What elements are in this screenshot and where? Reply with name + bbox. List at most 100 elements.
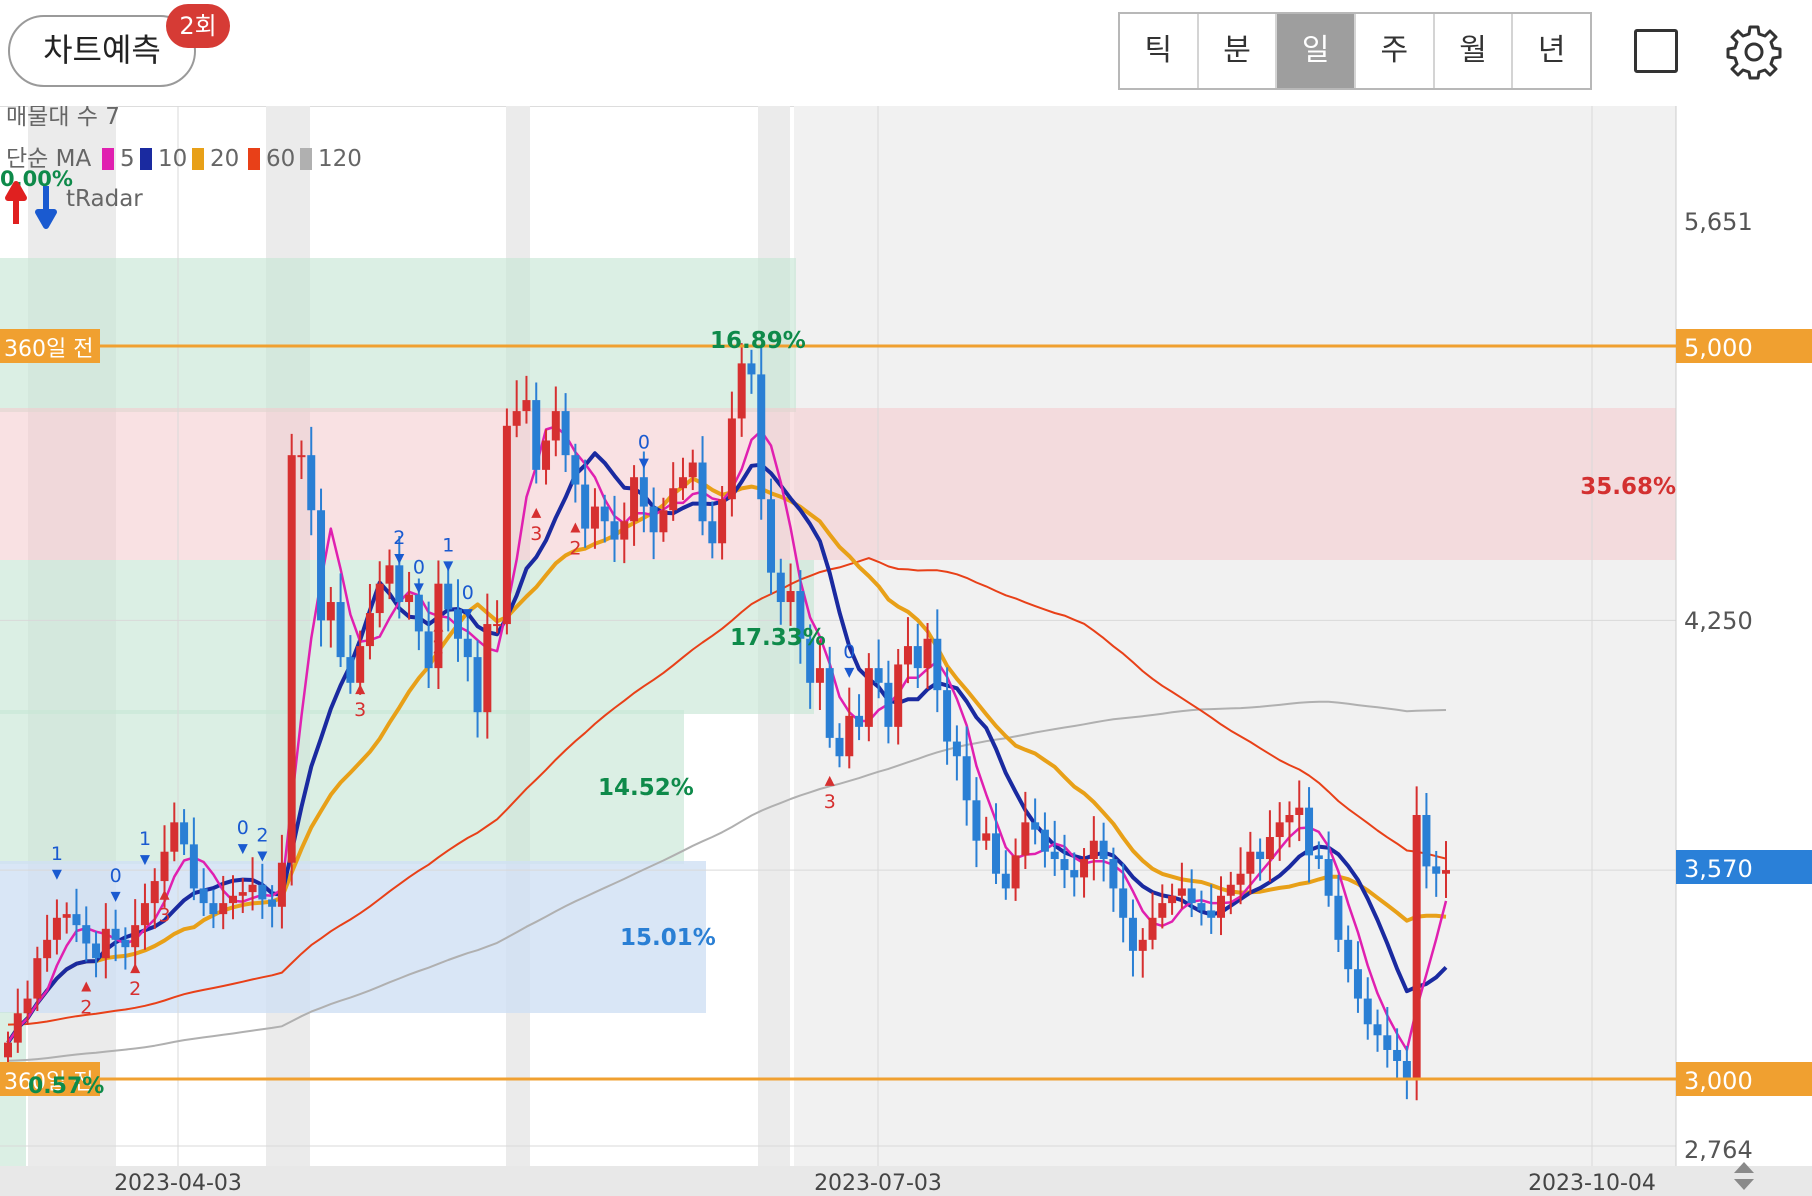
candle-body <box>1207 910 1216 918</box>
candle-body <box>4 1042 12 1058</box>
candle-body <box>815 668 824 683</box>
candle-body <box>855 715 864 727</box>
candle-body <box>1158 903 1167 918</box>
candle-body <box>131 925 140 948</box>
zone-pct: 14.52% <box>598 775 694 801</box>
candle-body <box>1334 895 1343 940</box>
fullscreen-icon[interactable] <box>1634 29 1678 73</box>
zone-pct: 16.89% <box>710 328 806 354</box>
x-tick-label: 2023-10-04 <box>1528 1171 1656 1196</box>
candle-body <box>747 363 756 375</box>
candle-body <box>356 646 365 683</box>
candle-body <box>1138 939 1147 951</box>
signal-count: 2 <box>80 996 92 1018</box>
candle-body <box>52 917 61 940</box>
candle-body <box>1442 870 1450 874</box>
signal-count: 2 <box>569 538 581 560</box>
candle-body <box>180 822 189 845</box>
candle-body <box>522 400 531 412</box>
ma-legend-item: 60 <box>266 146 295 172</box>
signal-count: 0 <box>462 582 474 604</box>
candle-body <box>1432 866 1441 874</box>
signal-count: 2 <box>393 527 405 549</box>
scroll-arrows-icon[interactable] <box>1726 1158 1762 1194</box>
candle-body <box>1324 859 1333 896</box>
tab-minute[interactable]: 분 <box>1199 14 1278 88</box>
candle-body <box>1070 870 1079 878</box>
candle-body <box>1285 814 1294 823</box>
zone-pct: 35.68% <box>1580 474 1676 500</box>
candle-body <box>727 418 736 500</box>
zone-band <box>0 710 684 864</box>
current-price-box: 3,570 <box>1676 850 1812 884</box>
ma-legend-item: 5 <box>120 146 135 172</box>
candle-body <box>502 425 511 625</box>
signal-count: 0 <box>110 865 122 887</box>
tab-day[interactable]: 일 <box>1277 14 1357 88</box>
candle-body <box>365 613 374 647</box>
axis-price-5000-box: 5,000 <box>1676 329 1812 363</box>
tab-tick[interactable]: 틱 <box>1120 14 1199 88</box>
candle-body <box>375 583 384 614</box>
candle-body <box>1177 888 1186 896</box>
signal-count: 3 <box>824 791 836 813</box>
x-tick-label: 2023-04-03 <box>114 1171 242 1196</box>
candle-body <box>1275 822 1284 838</box>
candle-body <box>473 657 482 713</box>
tab-week[interactable]: 주 <box>1356 14 1435 88</box>
candle-body <box>111 928 120 940</box>
candle-body <box>1295 807 1304 815</box>
candle-body <box>512 411 521 426</box>
axis-price-3000: 3,000 <box>1684 1067 1753 1095</box>
candle-body <box>767 499 776 573</box>
candle-body <box>659 510 668 533</box>
candle-body <box>903 646 912 665</box>
candle-body <box>307 455 316 511</box>
top-toolbar: 차트예측 2회 틱 분 일 주 월 년 <box>0 0 1812 107</box>
candle-body <box>23 998 32 1014</box>
candle-body <box>1314 855 1323 860</box>
ma-legend-item: 20 <box>210 146 239 172</box>
candle-body <box>1373 1024 1382 1036</box>
signal-count: 2 <box>129 978 141 1000</box>
candle-body <box>121 939 130 948</box>
candle-body <box>297 455 306 458</box>
zone-band <box>0 560 814 714</box>
candle-body <box>992 833 1001 874</box>
candle-body <box>688 462 697 478</box>
candle-body <box>776 572 785 603</box>
candle-body <box>326 602 335 621</box>
candle-body <box>414 594 423 632</box>
candle-body <box>1226 884 1235 896</box>
candle-body <box>1168 895 1177 904</box>
signal-count: 3 <box>530 523 542 545</box>
tab-month[interactable]: 월 <box>1435 14 1514 88</box>
axis-price-3000-box: 3,000 <box>1676 1062 1812 1096</box>
gear-icon[interactable] <box>1726 24 1782 80</box>
volume-profile-label: 매물대 수 7 <box>6 106 120 130</box>
candle-body <box>1236 873 1245 885</box>
candle-body <box>405 594 414 603</box>
candle-body <box>1393 1049 1402 1061</box>
candle-body <box>1021 822 1030 856</box>
month-band <box>794 106 1676 1166</box>
signal-count: 3 <box>159 905 171 927</box>
candle-body <box>189 844 198 889</box>
signal-count: 0 <box>843 641 855 663</box>
candle-body <box>718 499 727 544</box>
candle-body <box>669 488 678 511</box>
candle-body <box>13 1013 22 1043</box>
candle-body <box>228 895 237 904</box>
candle-body <box>581 484 590 529</box>
candle-body <box>982 833 991 841</box>
signal-count: 2 <box>256 824 268 846</box>
radar-label: tRadar <box>66 186 143 212</box>
candle-body <box>1011 855 1020 889</box>
candlestick-chart[interactable]: 1012232031020223030 5,651 4,250 2,764 5,… <box>0 106 1812 1196</box>
candle-body <box>542 440 551 470</box>
hline-label: 360일 전 <box>4 337 93 362</box>
signal-count: 0 <box>237 817 249 839</box>
candle-body <box>1197 903 1206 911</box>
tab-year[interactable]: 년 <box>1513 14 1590 88</box>
candle-body <box>1148 917 1157 940</box>
